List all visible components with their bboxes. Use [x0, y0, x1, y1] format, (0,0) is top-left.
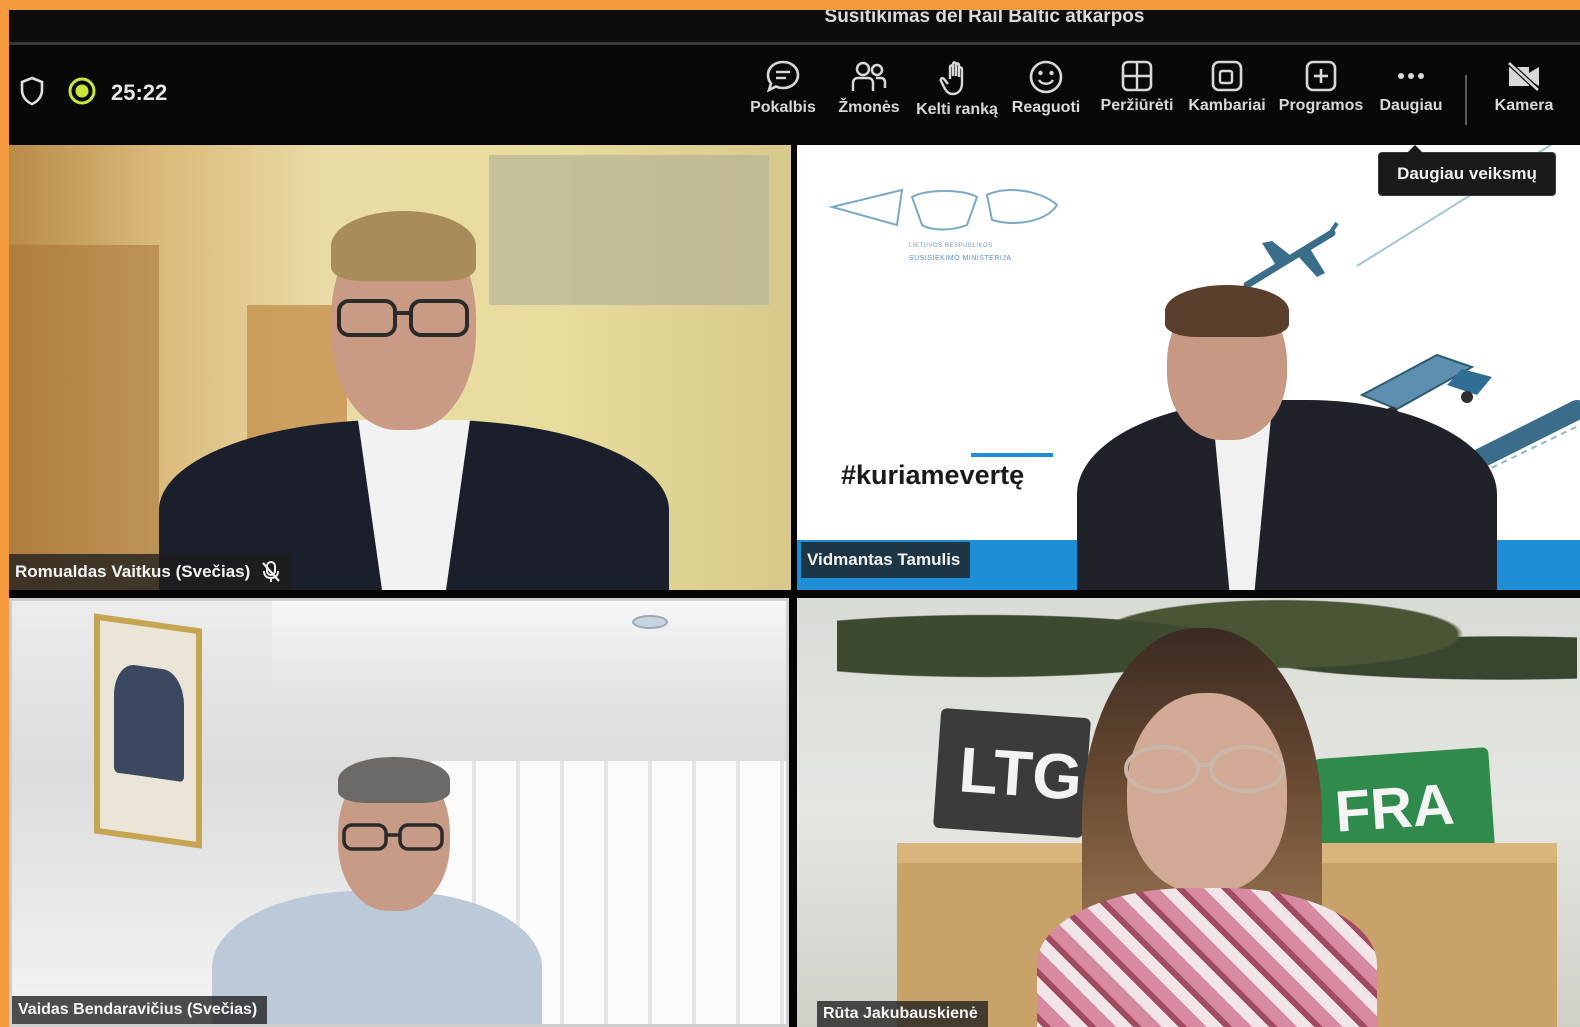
rooms-button[interactable]: Kambariai	[1183, 59, 1271, 139]
meeting-title-bar: Susitikimas dėl Rail Baltic atkarpos	[9, 10, 1580, 42]
view-button-label: Peržiūrėti	[1100, 97, 1174, 114]
participant-hair	[1165, 285, 1289, 337]
ceiling-panel	[272, 601, 786, 711]
camera-button[interactable]: Kamera	[1487, 59, 1561, 139]
react-button-label: Reaguoti	[1011, 99, 1081, 116]
camera-off-icon	[1507, 61, 1540, 92]
chat-button[interactable]: Pokalbis	[744, 59, 822, 139]
shield-icon[interactable]	[19, 76, 45, 111]
ceiling-light	[632, 615, 668, 629]
recording-indicator-icon	[67, 76, 97, 111]
participant-name: Vaidas Bendaravičius (Svečias)	[18, 1001, 258, 1018]
glasses-icon	[342, 823, 444, 851]
add-app-icon	[1305, 60, 1337, 92]
apps-button-label: Programos	[1278, 97, 1364, 114]
participant-name-tag: Vaidas Bendaravičius (Svečias)	[12, 996, 268, 1024]
meeting-title: Susitikimas dėl Rail Baltic atkarpos	[824, 10, 1145, 27]
station-sign-left-text: LTG	[956, 733, 1085, 814]
background-picture	[489, 155, 769, 305]
raise-hand-button-label: Kelti ranką	[916, 101, 998, 118]
chat-icon	[766, 60, 800, 93]
participant-hair	[331, 211, 476, 281]
participant-name-tag: Romualdas Vaitkus (Svečias)	[9, 554, 293, 590]
view-button[interactable]: Peržiūrėti	[1091, 59, 1183, 139]
raise-hand-button[interactable]: Kelti ranką	[909, 59, 1005, 139]
participant-name: Romualdas Vaitkus (Svečias)	[15, 562, 251, 581]
rooms-button-label: Kambariai	[1188, 97, 1266, 114]
chat-button-label: Pokalbis	[750, 99, 816, 116]
participant-tile-3[interactable]: Vaidas Bendaravičius (Svečias)	[9, 598, 789, 1027]
more-button[interactable]: Daugiau	[1375, 59, 1447, 139]
station-sign-left: LTG	[932, 707, 1092, 839]
glasses-icon	[337, 299, 469, 337]
wall-portrait	[94, 613, 202, 849]
participant-body	[1037, 888, 1377, 1027]
rooms-icon	[1211, 60, 1243, 92]
participant-tile-1[interactable]: Romualdas Vaitkus (Svečias)	[9, 145, 791, 590]
slide-hashtag: #kuriamevertę	[841, 460, 1025, 490]
people-icon	[851, 61, 887, 91]
slide-accent-bar	[971, 453, 1053, 457]
participant-body	[1077, 400, 1497, 590]
participant-tile-2[interactable]: LIETUVOS RESPUBLIKOS SUSISIEKIMO MINISTE…	[797, 145, 1580, 590]
station-sign-right-text: FRA	[1332, 771, 1457, 845]
background-shelf	[9, 245, 159, 590]
meeting-toolbar: 25:22 Pokalbis Žmonės Kelti ranką Reaguo…	[9, 45, 1580, 143]
ministry-name-line2: SUSISIEKIMO MINISTERIJA	[909, 255, 1012, 262]
raise-hand-icon	[939, 61, 964, 96]
meeting-timer: 25:22	[111, 80, 168, 105]
participant-name: Vidmantas Tamulis	[807, 550, 961, 569]
more-actions-tooltip: Daugiau veiksmų	[1378, 145, 1556, 196]
people-button-label: Žmonės	[838, 99, 900, 116]
camera-button-label: Kamera	[1494, 97, 1554, 114]
participant-name-tag: Vidmantas Tamulis	[801, 542, 971, 578]
people-button[interactable]: Žmonės	[829, 59, 909, 139]
mic-off-icon	[262, 561, 281, 582]
ministry-name-line1: LIETUVOS RESPUBLIKOS	[909, 243, 993, 249]
glasses-icon	[1124, 745, 1285, 793]
grid-view-icon	[1121, 60, 1153, 92]
more-icon	[1398, 73, 1424, 79]
smiley-icon	[1029, 60, 1063, 94]
teams-meeting-window: Susitikimas dėl Rail Baltic atkarpos 25:…	[9, 10, 1580, 1027]
more-button-label: Daugiau	[1379, 97, 1443, 114]
participant-hair	[338, 757, 450, 803]
participant-name: Rūta Jakubauskienė	[823, 1005, 978, 1022]
participant-name-tag: Rūta Jakubauskienė	[817, 1001, 988, 1027]
ministry-logo	[828, 188, 1059, 231]
apps-button[interactable]: Programos	[1273, 59, 1369, 139]
react-button[interactable]: Reaguoti	[1005, 59, 1087, 139]
toolbar-divider	[1465, 75, 1467, 125]
participant-tile-4[interactable]: LTG FRA Rūta Jakubauskienė	[797, 598, 1580, 1027]
meeting-status: 25:22	[19, 75, 167, 111]
